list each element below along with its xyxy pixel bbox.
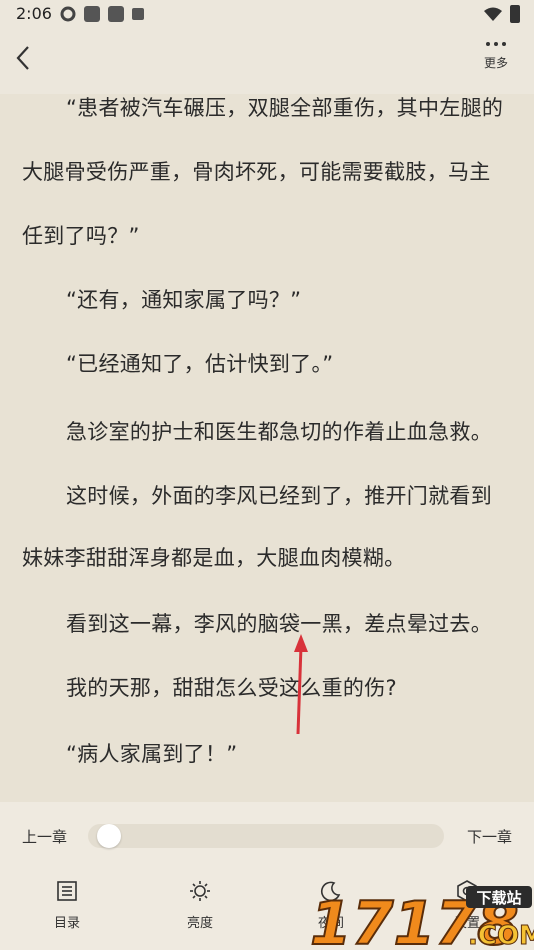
back-button[interactable]: [8, 38, 38, 78]
status-notification-icons: [60, 6, 144, 22]
reading-content[interactable]: “患者被汽车碾压，双腿全部重伤，其中左腿的 大腿骨受伤严重，骨肉坏死，可能需要截…: [0, 94, 534, 802]
text-line: “患者被汽车碾压，双腿全部重伤，其中左腿的: [66, 96, 504, 120]
toc-label: 目录: [53, 916, 80, 931]
app-notification-icon-2: [108, 6, 124, 22]
more-label: 更多: [483, 56, 508, 70]
chapter-progress-slider[interactable]: [88, 824, 444, 848]
toc-button[interactable]: 目录: [32, 880, 102, 931]
text-line: “已经通知了，估计快到了。”: [66, 352, 334, 376]
brightness-button[interactable]: 亮度: [165, 880, 235, 931]
brightness-icon: [190, 881, 210, 901]
app-notification-icon: [84, 6, 100, 22]
more-dots-icon: [476, 42, 516, 46]
text-line: 急诊室的护士和医生都急切的作着止血急救。: [66, 420, 492, 444]
slider-thumb[interactable]: [96, 824, 121, 848]
text-line: 看到这一幕，李风的脑袋一黑，差点晕过去。: [66, 612, 492, 636]
wifi-icon: [484, 7, 502, 21]
chevron-left-icon: [16, 46, 29, 70]
a-notification-icon: [132, 8, 144, 20]
next-chapter-button[interactable]: 下一章: [467, 826, 512, 847]
text-line: “还有，通知家属了吗？”: [66, 288, 302, 312]
site-watermark-logo: 17178 下载站 .COM: [309, 886, 534, 950]
status-bar: 2:06: [0, 0, 534, 28]
status-time: 2:06: [16, 4, 52, 23]
more-button[interactable]: 更多: [476, 42, 516, 71]
text-line: 任到了吗？”: [22, 224, 140, 248]
status-system-icons: [484, 5, 520, 23]
watermark-badge: 下载站: [476, 889, 521, 907]
reader-header: 更多: [0, 28, 534, 94]
prev-chapter-button[interactable]: 上一章: [22, 826, 67, 847]
watermark-domain: .COM: [468, 921, 534, 950]
text-line: 妹妹李甜甜浑身都是血，大腿血肉模糊。: [22, 546, 406, 570]
brightness-label: 亮度: [186, 916, 213, 931]
list-icon: [57, 881, 77, 901]
text-line: “病人家属到了！”: [66, 742, 238, 766]
text-line: 大腿骨受伤严重，骨肉坏死，可能需要截肢，马主: [22, 160, 491, 184]
text-line: 这时候，外面的李风已经到了，推开门就看到: [66, 484, 492, 508]
gear-notification-icon: [60, 6, 76, 22]
text-line: 我的天那，甜甜怎么受这么重的伤?: [66, 676, 397, 700]
battery-icon: [510, 5, 520, 23]
red-arrow-annotation: [294, 634, 308, 735]
